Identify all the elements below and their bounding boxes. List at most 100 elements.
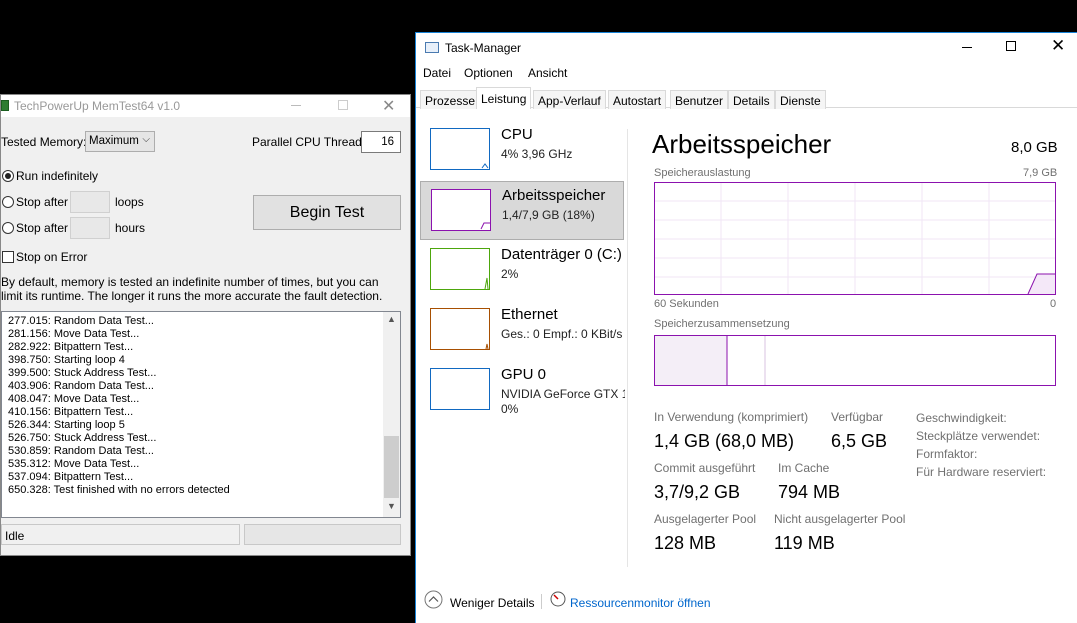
taskmanager-window: Task-Manager ✕ Datei Optionen Ansicht Pr… — [415, 32, 1077, 623]
memtest-titlebar: TechPowerUp MemTest64 v1.0 ✕ — [1, 95, 410, 117]
tab-details[interactable]: Details — [728, 90, 775, 109]
threads-label: Parallel CPU Threads: — [252, 135, 372, 149]
memtest-app-icon — [1, 100, 9, 111]
sidebar-item-cpu[interactable]: CPU 4% 3,96 GHz — [420, 121, 624, 180]
menu-optionen[interactable]: Optionen — [464, 66, 513, 80]
tab-autostart[interactable]: Autostart — [608, 90, 667, 109]
sidebar-item-disk[interactable]: Datenträger 0 (C:) 2% — [420, 241, 624, 300]
log-line: 403.906: Random Data Test... — [8, 380, 154, 392]
sidebar-item-gpu[interactable]: GPU 0 NVIDIA GeForce GTX 10 0% — [420, 361, 625, 420]
stat-paged-value: 128 MB — [654, 533, 717, 553]
chevron-down-icon: ⌵ — [142, 134, 150, 145]
x-axis-left: 60 Sekunden — [654, 298, 719, 310]
usage-max: 7,9 GB — [1023, 167, 1058, 179]
sidebar-divider — [627, 129, 628, 567]
stat-cache-label: Im Cache — [778, 461, 830, 475]
stat-cache-value: 794 MB — [778, 482, 841, 502]
log-line: 535.312: Move Data Test... — [8, 458, 140, 470]
sidebar-gpu-sub2: 0% — [501, 402, 519, 416]
tab-prozesse[interactable]: Prozesse — [420, 90, 481, 109]
stat-paged-label: Ausgelagerter Pool — [654, 512, 757, 526]
description-text: By default, memory is tested an indefini… — [1, 275, 383, 303]
formfactor-label: Formfaktor: — [916, 447, 978, 461]
log-line: 650.328: Test finished with no errors de… — [8, 484, 230, 496]
log-scrollbar[interactable]: ▲ ▼ — [383, 312, 400, 517]
hours-input[interactable] — [70, 217, 110, 239]
log-output[interactable]: 277.015: Random Data Test... 281.156: Mov… — [1, 311, 401, 518]
footer-divider — [541, 594, 542, 609]
memory-total: 8,0 GB — [1011, 139, 1058, 156]
stat-available-value: 6,5 GB — [831, 431, 888, 451]
log-line: 277.015: Random Data Test... — [8, 315, 154, 327]
stop-after-loops-label: Stop after — [16, 195, 69, 209]
tab-leistung[interactable]: Leistung — [476, 87, 532, 109]
threads-input[interactable]: 16 — [361, 131, 401, 153]
log-line: 526.750: Stuck Address Test... — [8, 432, 157, 444]
log-line: 530.859: Random Data Test... — [8, 445, 154, 457]
sidebar-ethernet-name: Ethernet — [501, 306, 558, 323]
tested-memory-select[interactable]: Maximum ⌵ — [85, 131, 155, 152]
sidebar-item-ethernet[interactable]: Ethernet Ges.: 0 Empf.: 0 KBit/s — [420, 301, 624, 360]
stop-after-loops-radio[interactable] — [2, 196, 14, 208]
reserved-label: Für Hardware reserviert: — [916, 465, 1047, 479]
sidebar-disk-name: Datenträger 0 (C:) — [501, 246, 622, 263]
tab-dienste[interactable]: Dienste — [775, 90, 826, 109]
tm-minimize-button[interactable] — [962, 47, 972, 48]
stop-on-error-label: Stop on Error — [16, 250, 88, 264]
fewer-details-link[interactable]: Weniger Details — [450, 596, 534, 610]
memory-composition-bar — [654, 335, 1056, 386]
stat-available-label: Verfügbar — [831, 410, 884, 424]
stat-inuse-value: 1,4 GB (68,0 MB) — [654, 431, 795, 451]
sidebar-cpu-sub: 4% 3,96 GHz — [501, 147, 573, 161]
tested-memory-label: Tested Memory: — [1, 135, 87, 149]
begin-test-button[interactable]: Begin Test — [253, 195, 401, 230]
minimize-button[interactable] — [291, 105, 301, 106]
sidebar-memory-name: Arbeitsspeicher — [502, 187, 606, 204]
stop-after-hours-radio[interactable] — [2, 222, 14, 234]
loops-input[interactable] — [70, 191, 110, 213]
log-line: 398.750: Starting loop 4 — [8, 354, 125, 366]
menu-ansicht[interactable]: Ansicht — [528, 66, 567, 80]
resource-monitor-link[interactable]: Ressourcenmonitor öffnen — [570, 596, 711, 610]
x-axis-right: 0 — [1050, 298, 1057, 310]
scroll-up-icon[interactable]: ▲ — [387, 314, 396, 324]
scroll-down-icon[interactable]: ▼ — [387, 501, 396, 511]
memtest-title: TechPowerUp MemTest64 v1.0 — [14, 99, 181, 113]
progress-bar — [244, 524, 401, 545]
close-button[interactable]: ✕ — [382, 96, 395, 116]
cpu-mini-graph — [430, 128, 490, 170]
log-line: 526.344: Starting loop 5 — [8, 419, 125, 431]
chevron-up-icon[interactable] — [424, 590, 443, 609]
stat-nonpaged-value: 119 MB — [774, 533, 835, 553]
loops-label: loops — [115, 195, 144, 209]
run-indefinitely-label: Run indefinitely — [16, 169, 99, 183]
stat-commit-value: 3,7/9,2 GB — [654, 482, 741, 502]
sidebar-cpu-name: CPU — [501, 126, 533, 143]
gpu-mini-graph — [430, 368, 490, 410]
maximize-button[interactable] — [338, 100, 348, 110]
sidebar-gpu-sub: NVIDIA GeForce GTX 10 — [501, 387, 625, 401]
tested-memory-value: Maximum — [89, 135, 139, 147]
tm-close-button[interactable]: ✕ — [1051, 36, 1065, 56]
sidebar-disk-sub: 2% — [501, 267, 519, 281]
menu-datei[interactable]: Datei — [423, 66, 451, 80]
log-lines: 277.015: Random Data Test... 281.156: Mov… — [8, 315, 230, 497]
page-title: Arbeitsspeicher — [652, 129, 832, 159]
tab-benutzer[interactable]: Benutzer — [670, 90, 729, 109]
taskmanager-titlebar: Task-Manager ✕ — [416, 33, 1077, 62]
tab-bar: Prozesse Leistung App-Verlauf Autostart … — [416, 86, 1077, 109]
sidebar-memory-sub: 1,4/7,9 GB (18%) — [502, 208, 595, 222]
stop-on-error-checkbox[interactable] — [2, 251, 14, 263]
resource-monitor-icon[interactable] — [550, 591, 566, 607]
stat-commit-label: Commit ausgeführt — [654, 461, 756, 475]
log-line: 408.047: Move Data Test... — [8, 393, 140, 405]
tm-maximize-button[interactable] — [1006, 41, 1016, 51]
log-line: 537.094: Bitpattern Test... — [8, 471, 134, 483]
sidebar-item-memory[interactable]: Arbeitsspeicher 1,4/7,9 GB (18%) — [420, 181, 624, 240]
memory-usage-graph — [654, 182, 1056, 295]
run-indefinitely-radio[interactable] — [2, 170, 14, 182]
sidebar-gpu-name: GPU 0 — [501, 366, 547, 383]
taskmanager-title: Task-Manager — [445, 41, 522, 55]
scroll-thumb[interactable] — [384, 436, 399, 498]
tab-app-verlauf[interactable]: App-Verlauf — [533, 90, 606, 109]
